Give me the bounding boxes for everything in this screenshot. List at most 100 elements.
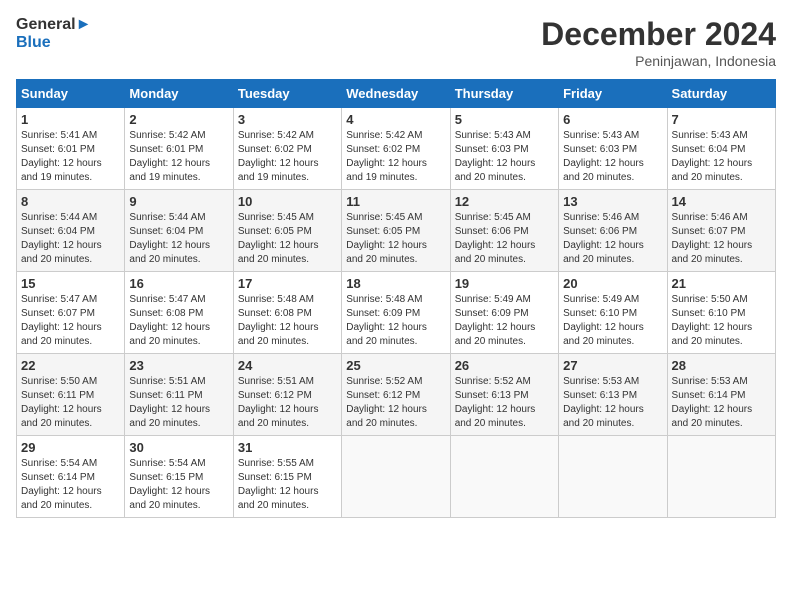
day-info: Sunrise: 5:52 AM Sunset: 6:13 PM Dayligh… bbox=[455, 375, 554, 431]
day-cell: 30 Sunrise: 5:54 AM Sunset: 6:15 PM Dayl… bbox=[125, 436, 233, 518]
day-info: Sunrise: 5:46 AM Sunset: 6:07 PM Dayligh… bbox=[672, 211, 771, 267]
day-number: 4 bbox=[346, 112, 445, 127]
day-info: Sunrise: 5:42 AM Sunset: 6:02 PM Dayligh… bbox=[346, 129, 445, 185]
day-info: Sunrise: 5:53 AM Sunset: 6:14 PM Dayligh… bbox=[672, 375, 771, 431]
day-cell: 19 Sunrise: 5:49 AM Sunset: 6:09 PM Dayl… bbox=[450, 272, 558, 354]
day-number: 12 bbox=[455, 194, 554, 209]
title-block: December 2024 Peninjawan, Indonesia bbox=[541, 16, 776, 69]
day-info: Sunrise: 5:43 AM Sunset: 6:03 PM Dayligh… bbox=[455, 129, 554, 185]
col-header-monday: Monday bbox=[125, 80, 233, 108]
day-cell: 4 Sunrise: 5:42 AM Sunset: 6:02 PM Dayli… bbox=[342, 108, 450, 190]
day-cell: 9 Sunrise: 5:44 AM Sunset: 6:04 PM Dayli… bbox=[125, 190, 233, 272]
day-info: Sunrise: 5:45 AM Sunset: 6:05 PM Dayligh… bbox=[346, 211, 445, 267]
day-cell: 5 Sunrise: 5:43 AM Sunset: 6:03 PM Dayli… bbox=[450, 108, 558, 190]
day-number: 18 bbox=[346, 276, 445, 291]
day-cell: 12 Sunrise: 5:45 AM Sunset: 6:06 PM Dayl… bbox=[450, 190, 558, 272]
day-cell: 20 Sunrise: 5:49 AM Sunset: 6:10 PM Dayl… bbox=[559, 272, 667, 354]
col-header-tuesday: Tuesday bbox=[233, 80, 341, 108]
day-info: Sunrise: 5:43 AM Sunset: 6:03 PM Dayligh… bbox=[563, 129, 662, 185]
day-cell: 27 Sunrise: 5:53 AM Sunset: 6:13 PM Dayl… bbox=[559, 354, 667, 436]
day-info: Sunrise: 5:41 AM Sunset: 6:01 PM Dayligh… bbox=[21, 129, 120, 185]
col-header-thursday: Thursday bbox=[450, 80, 558, 108]
calendar-table: SundayMondayTuesdayWednesdayThursdayFrid… bbox=[16, 79, 776, 518]
day-number: 14 bbox=[672, 194, 771, 209]
day-number: 23 bbox=[129, 358, 228, 373]
day-info: Sunrise: 5:48 AM Sunset: 6:08 PM Dayligh… bbox=[238, 293, 337, 349]
day-cell: 18 Sunrise: 5:48 AM Sunset: 6:09 PM Dayl… bbox=[342, 272, 450, 354]
day-cell: 11 Sunrise: 5:45 AM Sunset: 6:05 PM Dayl… bbox=[342, 190, 450, 272]
day-number: 27 bbox=[563, 358, 662, 373]
day-cell: 24 Sunrise: 5:51 AM Sunset: 6:12 PM Dayl… bbox=[233, 354, 341, 436]
day-info: Sunrise: 5:50 AM Sunset: 6:11 PM Dayligh… bbox=[21, 375, 120, 431]
day-cell: 6 Sunrise: 5:43 AM Sunset: 6:03 PM Dayli… bbox=[559, 108, 667, 190]
day-number: 11 bbox=[346, 194, 445, 209]
day-number: 10 bbox=[238, 194, 337, 209]
day-info: Sunrise: 5:50 AM Sunset: 6:10 PM Dayligh… bbox=[672, 293, 771, 349]
day-number: 28 bbox=[672, 358, 771, 373]
day-cell: 25 Sunrise: 5:52 AM Sunset: 6:12 PM Dayl… bbox=[342, 354, 450, 436]
day-info: Sunrise: 5:54 AM Sunset: 6:14 PM Dayligh… bbox=[21, 457, 120, 513]
day-number: 26 bbox=[455, 358, 554, 373]
day-info: Sunrise: 5:45 AM Sunset: 6:06 PM Dayligh… bbox=[455, 211, 554, 267]
day-cell bbox=[559, 436, 667, 518]
day-number: 17 bbox=[238, 276, 337, 291]
week-row-3: 15 Sunrise: 5:47 AM Sunset: 6:07 PM Dayl… bbox=[17, 272, 776, 354]
day-number: 24 bbox=[238, 358, 337, 373]
day-number: 25 bbox=[346, 358, 445, 373]
day-info: Sunrise: 5:55 AM Sunset: 6:15 PM Dayligh… bbox=[238, 457, 337, 513]
day-info: Sunrise: 5:49 AM Sunset: 6:09 PM Dayligh… bbox=[455, 293, 554, 349]
col-header-sunday: Sunday bbox=[17, 80, 125, 108]
day-number: 21 bbox=[672, 276, 771, 291]
day-cell: 26 Sunrise: 5:52 AM Sunset: 6:13 PM Dayl… bbox=[450, 354, 558, 436]
day-info: Sunrise: 5:44 AM Sunset: 6:04 PM Dayligh… bbox=[21, 211, 120, 267]
day-info: Sunrise: 5:47 AM Sunset: 6:08 PM Dayligh… bbox=[129, 293, 228, 349]
day-number: 31 bbox=[238, 440, 337, 455]
col-header-saturday: Saturday bbox=[667, 80, 775, 108]
day-number: 5 bbox=[455, 112, 554, 127]
day-number: 15 bbox=[21, 276, 120, 291]
day-info: Sunrise: 5:45 AM Sunset: 6:05 PM Dayligh… bbox=[238, 211, 337, 267]
day-number: 16 bbox=[129, 276, 228, 291]
day-cell bbox=[667, 436, 775, 518]
day-info: Sunrise: 5:51 AM Sunset: 6:11 PM Dayligh… bbox=[129, 375, 228, 431]
day-info: Sunrise: 5:42 AM Sunset: 6:01 PM Dayligh… bbox=[129, 129, 228, 185]
col-header-friday: Friday bbox=[559, 80, 667, 108]
location: Peninjawan, Indonesia bbox=[541, 53, 776, 69]
week-row-5: 29 Sunrise: 5:54 AM Sunset: 6:14 PM Dayl… bbox=[17, 436, 776, 518]
day-info: Sunrise: 5:49 AM Sunset: 6:10 PM Dayligh… bbox=[563, 293, 662, 349]
day-cell bbox=[342, 436, 450, 518]
day-info: Sunrise: 5:51 AM Sunset: 6:12 PM Dayligh… bbox=[238, 375, 337, 431]
day-cell: 1 Sunrise: 5:41 AM Sunset: 6:01 PM Dayli… bbox=[17, 108, 125, 190]
day-cell: 31 Sunrise: 5:55 AM Sunset: 6:15 PM Dayl… bbox=[233, 436, 341, 518]
day-cell: 2 Sunrise: 5:42 AM Sunset: 6:01 PM Dayli… bbox=[125, 108, 233, 190]
day-number: 29 bbox=[21, 440, 120, 455]
day-info: Sunrise: 5:48 AM Sunset: 6:09 PM Dayligh… bbox=[346, 293, 445, 349]
day-number: 3 bbox=[238, 112, 337, 127]
col-header-wednesday: Wednesday bbox=[342, 80, 450, 108]
month-title: December 2024 bbox=[541, 16, 776, 53]
day-number: 19 bbox=[455, 276, 554, 291]
day-number: 30 bbox=[129, 440, 228, 455]
day-number: 1 bbox=[21, 112, 120, 127]
day-number: 22 bbox=[21, 358, 120, 373]
day-info: Sunrise: 5:46 AM Sunset: 6:06 PM Dayligh… bbox=[563, 211, 662, 267]
day-info: Sunrise: 5:44 AM Sunset: 6:04 PM Dayligh… bbox=[129, 211, 228, 267]
day-info: Sunrise: 5:53 AM Sunset: 6:13 PM Dayligh… bbox=[563, 375, 662, 431]
day-cell bbox=[450, 436, 558, 518]
day-number: 9 bbox=[129, 194, 228, 209]
day-number: 2 bbox=[129, 112, 228, 127]
day-cell: 7 Sunrise: 5:43 AM Sunset: 6:04 PM Dayli… bbox=[667, 108, 775, 190]
week-row-2: 8 Sunrise: 5:44 AM Sunset: 6:04 PM Dayli… bbox=[17, 190, 776, 272]
day-cell: 3 Sunrise: 5:42 AM Sunset: 6:02 PM Dayli… bbox=[233, 108, 341, 190]
day-info: Sunrise: 5:47 AM Sunset: 6:07 PM Dayligh… bbox=[21, 293, 120, 349]
day-number: 8 bbox=[21, 194, 120, 209]
logo: General► Blue bbox=[16, 16, 91, 51]
day-cell: 21 Sunrise: 5:50 AM Sunset: 6:10 PM Dayl… bbox=[667, 272, 775, 354]
day-info: Sunrise: 5:52 AM Sunset: 6:12 PM Dayligh… bbox=[346, 375, 445, 431]
day-cell: 28 Sunrise: 5:53 AM Sunset: 6:14 PM Dayl… bbox=[667, 354, 775, 436]
day-info: Sunrise: 5:42 AM Sunset: 6:02 PM Dayligh… bbox=[238, 129, 337, 185]
day-number: 7 bbox=[672, 112, 771, 127]
day-cell: 16 Sunrise: 5:47 AM Sunset: 6:08 PM Dayl… bbox=[125, 272, 233, 354]
day-number: 20 bbox=[563, 276, 662, 291]
page-header: General► Blue December 2024 Peninjawan, … bbox=[16, 16, 776, 69]
